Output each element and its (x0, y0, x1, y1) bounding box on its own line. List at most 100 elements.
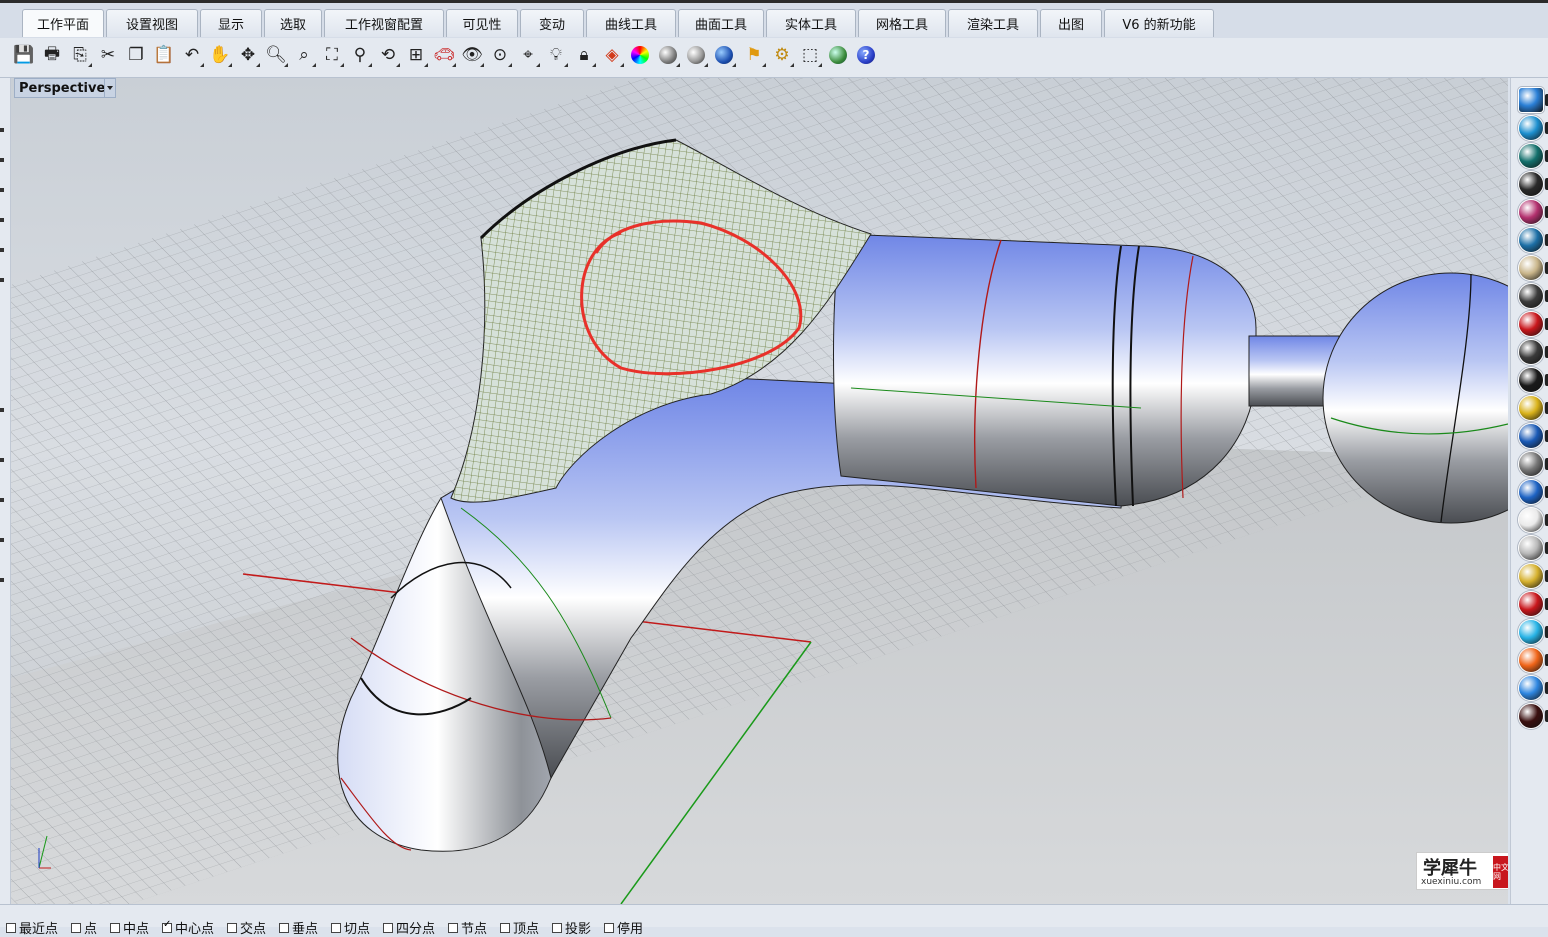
car-icon[interactable]: 🚗︎ (432, 42, 456, 68)
save-icon[interactable]: 💾 (12, 42, 36, 68)
checkbox-box[interactable] (71, 922, 81, 933)
material-swatch[interactable] (1519, 676, 1543, 700)
tab-render-tools[interactable]: 渲染工具 (948, 9, 1038, 37)
undo-icon[interactable]: ↶ (180, 42, 204, 68)
material-swatch[interactable] (1519, 648, 1543, 672)
four-viewports-icon[interactable]: ⊞ (404, 42, 428, 68)
material-swatch[interactable] (1519, 256, 1543, 280)
checkbox-box[interactable] (162, 919, 172, 933)
zoom-window-icon[interactable]: ⌕ (292, 42, 316, 68)
tab-label: 工作视窗配置 (344, 18, 423, 33)
material-swatch[interactable] (1519, 620, 1543, 644)
pan-hand-icon[interactable]: ✋ (208, 42, 232, 68)
tab-visibility[interactable]: 可见性 (446, 9, 518, 37)
osnap-checkbox[interactable]: 中心点 (162, 918, 214, 937)
export-icon[interactable]: ⎘ (68, 42, 92, 68)
tab-layout[interactable]: 出图 (1040, 9, 1102, 37)
checkbox-box[interactable] (448, 922, 458, 933)
globe-icon[interactable] (826, 42, 850, 68)
checkbox-box[interactable] (6, 922, 16, 933)
material-swatch[interactable] (1519, 396, 1543, 420)
material-swatch[interactable] (1519, 312, 1543, 336)
tab-surface-tools[interactable]: 曲面工具 (678, 9, 764, 37)
material-swatch[interactable] (1519, 368, 1543, 392)
zoom-extents-icon[interactable]: ⛶ (320, 42, 344, 68)
osnap-checkbox[interactable]: 垂点 (279, 918, 318, 937)
osnap-checkbox[interactable]: 节点 (448, 918, 487, 937)
material-sphere-icon[interactable] (712, 42, 736, 68)
render-flag-icon[interactable]: ⚑ (742, 42, 766, 68)
tab-curve-tools[interactable]: 曲线工具 (586, 9, 676, 37)
osnap-checkbox[interactable]: 中点 (110, 918, 149, 937)
lock-icon[interactable]: 🔒︎ (572, 42, 596, 68)
object-snap-icon[interactable]: ⊙ (488, 42, 512, 68)
material-swatch[interactable] (1519, 116, 1543, 140)
material-swatch[interactable] (1519, 424, 1543, 448)
viewport-menu-dropdown[interactable] (104, 78, 116, 98)
material-swatch[interactable] (1519, 592, 1543, 616)
copy-icon[interactable]: ❐ (124, 42, 148, 68)
material-swatch[interactable] (1519, 452, 1543, 476)
checkbox-box[interactable] (110, 922, 120, 933)
options-gear-icon[interactable]: ⚙ (770, 42, 794, 68)
perspective-viewport[interactable]: Perspective 学犀牛 xuexiniu.com 中文网 (11, 78, 1508, 904)
rotate-view-icon[interactable]: ✥ (236, 42, 260, 68)
osnap-checkbox[interactable]: 四分点 (383, 918, 435, 937)
print-icon[interactable]: 🖶 (40, 42, 64, 68)
checkbox-box[interactable] (331, 922, 341, 933)
tab-select[interactable]: 选取 (264, 9, 322, 37)
tab-label: 显示 (217, 18, 244, 33)
checkbox-box[interactable] (227, 922, 237, 933)
material-swatch[interactable] (1519, 564, 1543, 588)
material-swatch[interactable] (1519, 172, 1543, 196)
osnap-checkbox[interactable]: 顶点 (500, 918, 539, 937)
material-swatch[interactable] (1519, 284, 1543, 308)
tab-display[interactable]: 显示 (200, 9, 262, 37)
layer-icon[interactable]: ◈ (600, 42, 624, 68)
cut-icon[interactable]: ✂ (96, 42, 120, 68)
zoom-selected-icon[interactable]: ⚲ (348, 42, 372, 68)
checkbox-box[interactable] (383, 922, 393, 933)
checkbox-box[interactable] (604, 922, 614, 933)
tab-transform[interactable]: 变动 (520, 9, 584, 37)
material-swatch[interactable] (1519, 536, 1543, 560)
osnap-checkbox[interactable]: 停用 (604, 918, 643, 937)
material-swatch[interactable] (1519, 508, 1543, 532)
tab-label: 实体工具 (784, 18, 837, 33)
material-swatch[interactable] (1519, 88, 1543, 112)
shaded-sphere-icon[interactable] (656, 42, 680, 68)
material-swatch[interactable] (1519, 228, 1543, 252)
material-swatch[interactable] (1519, 704, 1543, 728)
viewport-title[interactable]: Perspective (14, 78, 111, 98)
checkbox-box[interactable] (500, 922, 510, 933)
checkbox-box[interactable] (552, 922, 562, 933)
undo-view-icon[interactable]: ⟲ (376, 42, 400, 68)
tab-label: 可见性 (462, 18, 502, 33)
light-icon[interactable]: 💡︎ (544, 42, 568, 68)
osnap-checkbox[interactable]: 投影 (552, 918, 591, 937)
tab-viewport-layout[interactable]: 工作视窗配置 (324, 9, 444, 37)
help-icon[interactable]: ? (854, 42, 878, 68)
sidebar-tick (0, 278, 4, 282)
material-swatch[interactable] (1519, 480, 1543, 504)
tab-mesh-tools[interactable]: 网格工具 (858, 9, 946, 37)
tab-solid-tools[interactable]: 实体工具 (766, 9, 856, 37)
osnap-checkbox[interactable]: 点 (71, 918, 97, 937)
tab-whats-new-v6[interactable]: V6 的新功能 (1104, 9, 1214, 37)
tab-set-view[interactable]: 设置视图 (106, 9, 198, 37)
eye-icon[interactable]: 👁︎ (460, 42, 484, 68)
zoom-icon[interactable]: 🔍︎ (264, 42, 288, 68)
color-wheel-icon[interactable] (628, 42, 652, 68)
material-swatch[interactable] (1519, 144, 1543, 168)
select-options-icon[interactable]: ⬚ (798, 42, 822, 68)
osnap-checkbox[interactable]: 交点 (227, 918, 266, 937)
material-swatch[interactable] (1519, 200, 1543, 224)
osnap-checkbox[interactable]: 最近点 (6, 918, 58, 937)
cplane-icon[interactable]: ⌖ (516, 42, 540, 68)
material-swatch[interactable] (1519, 340, 1543, 364)
osnap-checkbox[interactable]: 切点 (331, 918, 370, 937)
paste-icon[interactable]: 📋 (152, 42, 176, 68)
tab-cplane[interactable]: 工作平面 (22, 9, 104, 37)
checkbox-box[interactable] (279, 922, 289, 933)
rendered-sphere-icon[interactable] (684, 42, 708, 68)
